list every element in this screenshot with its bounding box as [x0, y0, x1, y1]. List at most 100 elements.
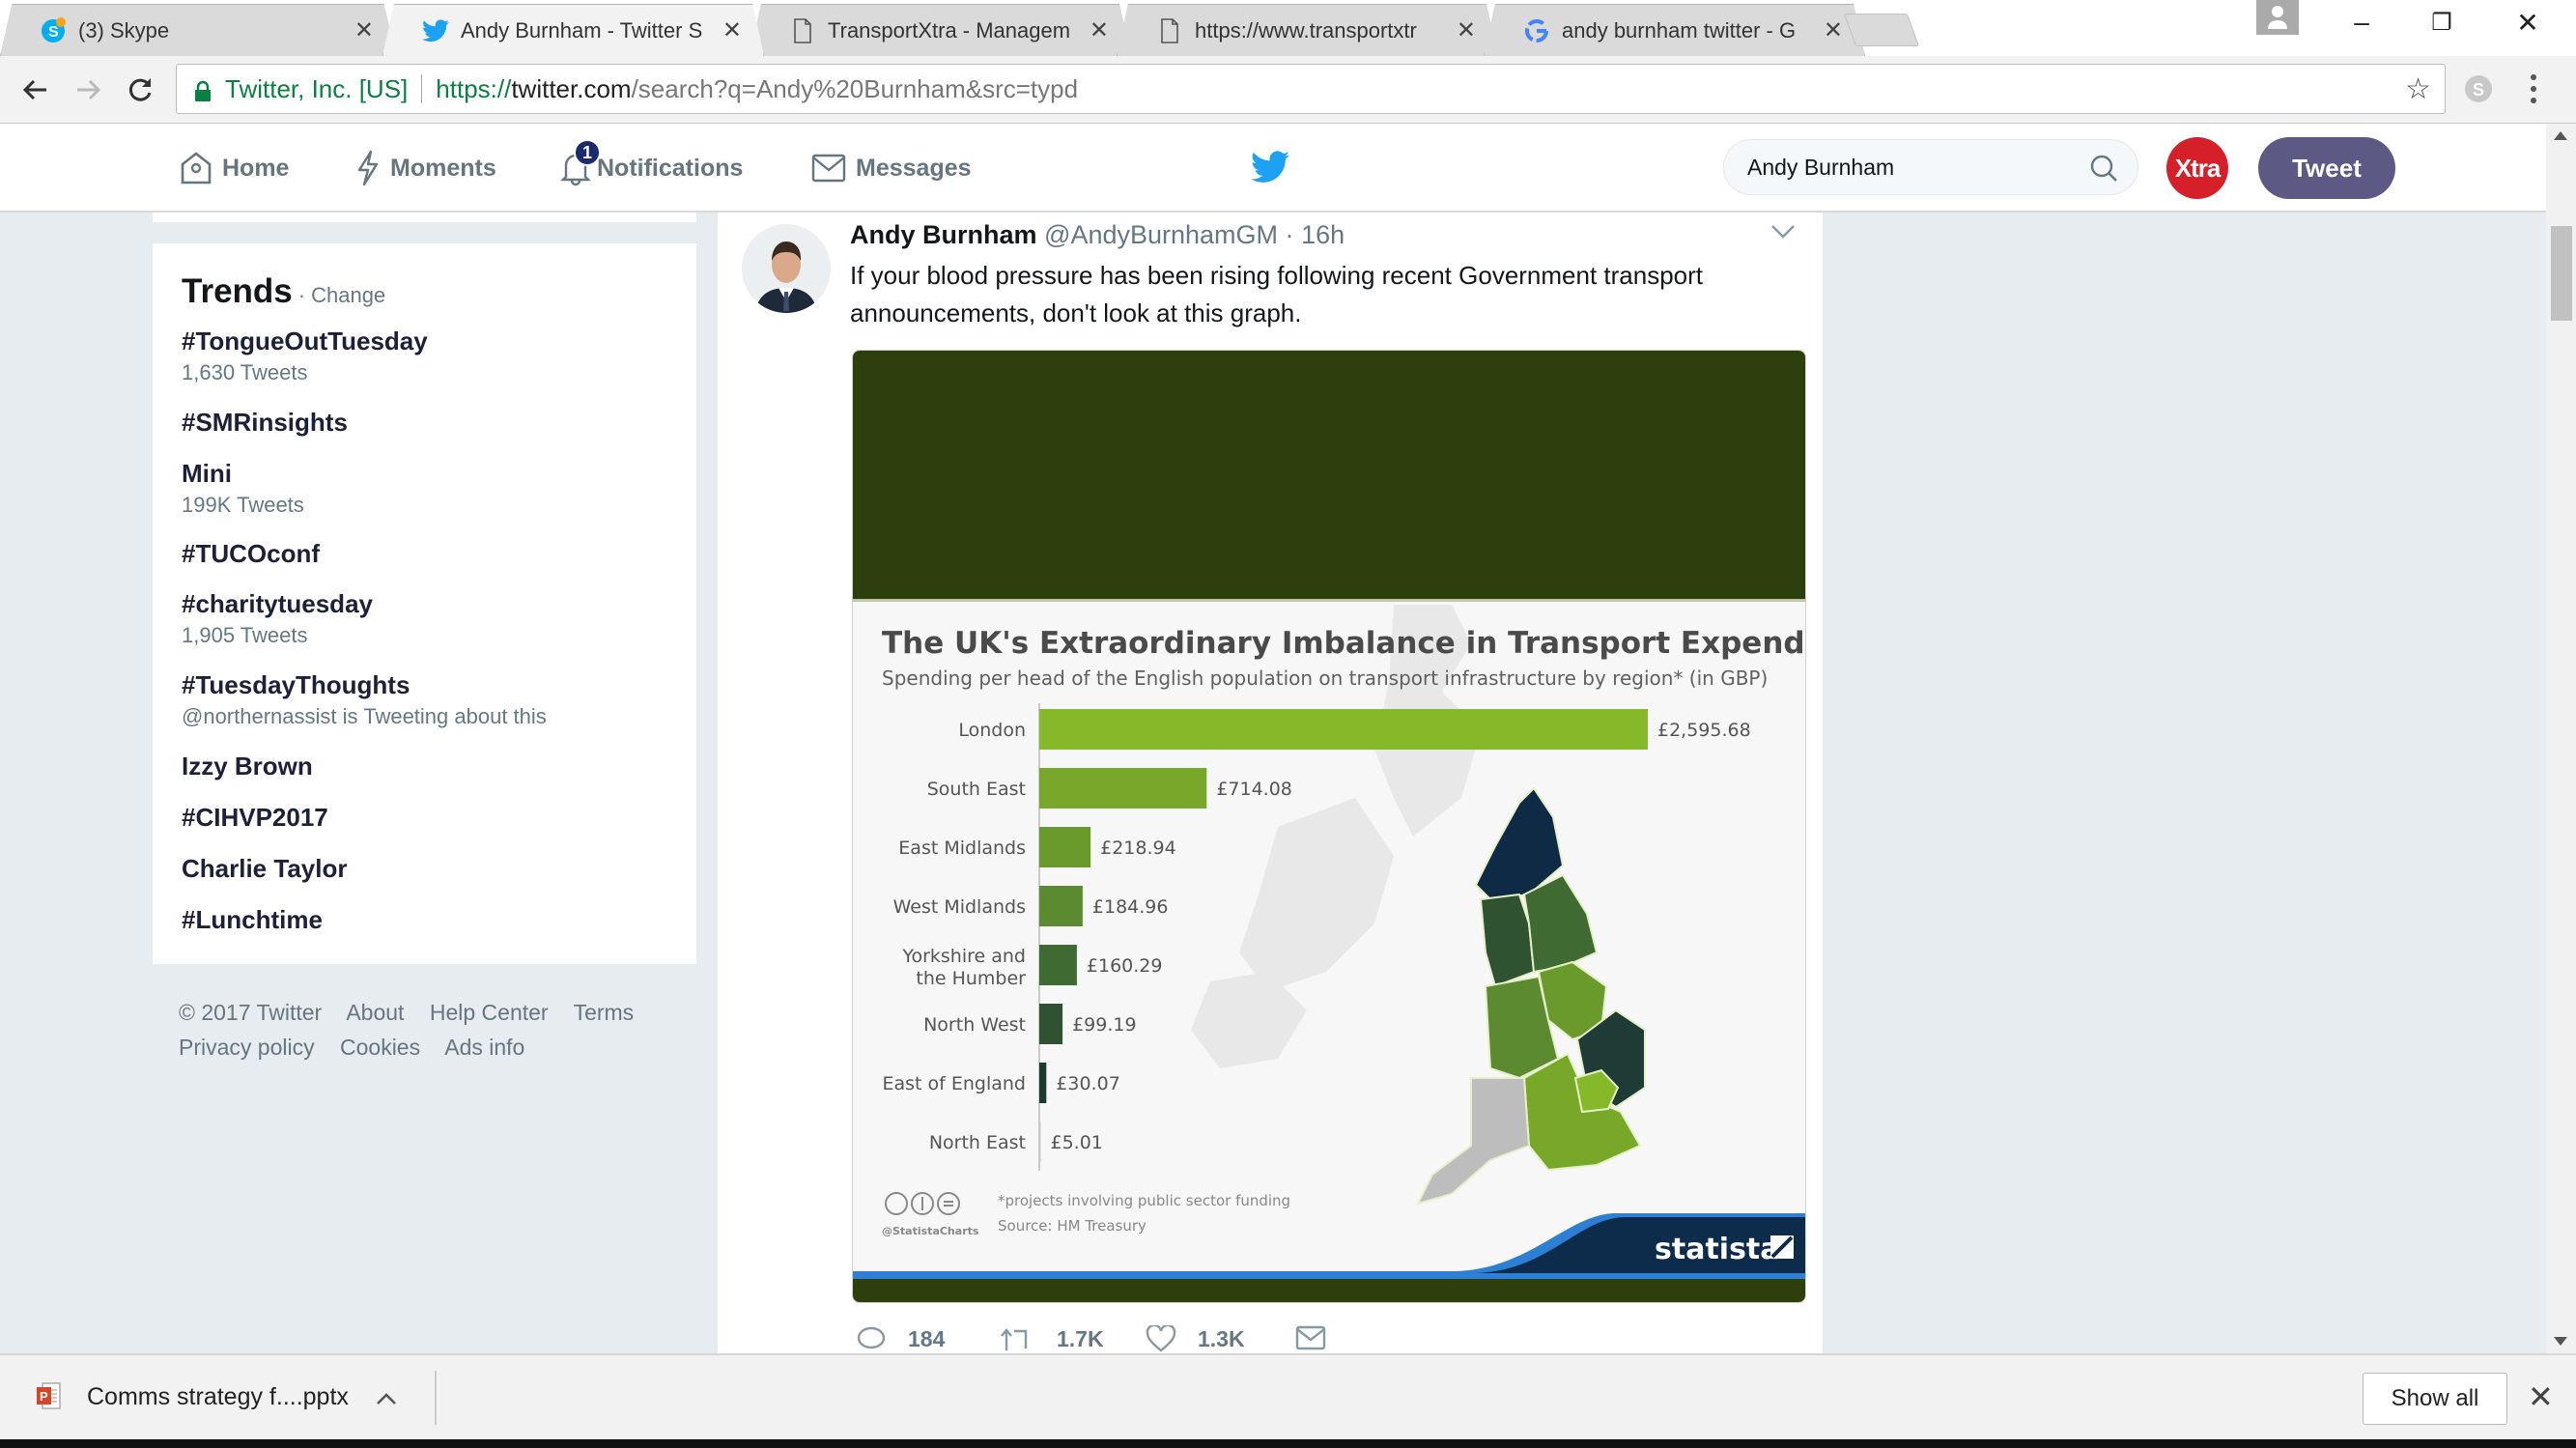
trend-item[interactable]: #charitytuesday 1,905 Tweets — [182, 589, 373, 648]
scroll-down-arrow-icon[interactable] — [2554, 1337, 2567, 1346]
profile-icon[interactable] — [2256, 0, 2299, 35]
url-path: /search?q=Andy%20Burnham&src=typd — [631, 73, 1079, 103]
trend-name[interactable]: #TuesdayThoughts — [182, 670, 547, 700]
window-close-button[interactable]: ✕ — [2504, 0, 2552, 44]
retweet-count: 1.7K — [1057, 1325, 1104, 1351]
reply-button[interactable]: 184 — [856, 1325, 945, 1352]
tab-close-icon[interactable]: ✕ — [1090, 16, 1109, 44]
chevron-up-icon[interactable] — [376, 1382, 397, 1412]
trend-name[interactable]: Mini — [182, 459, 304, 489]
tweet-button[interactable]: Tweet — [2258, 137, 2395, 199]
footer-link-about[interactable]: About — [346, 1000, 404, 1025]
tab-transportxtra[interactable]: TransportXtra - Managem ✕ — [750, 4, 1131, 56]
trend-name[interactable]: Izzy Brown — [182, 752, 313, 781]
trends-change-link[interactable]: Change — [311, 283, 385, 308]
footer-link-ads-info[interactable]: Ads info — [444, 1035, 524, 1060]
footer-link-help-center[interactable]: Help Center — [430, 1000, 549, 1025]
value-label: £5.01 — [1051, 1132, 1103, 1153]
tab-close-icon[interactable]: ✕ — [722, 16, 742, 44]
tweet-menu-chevron-down-icon[interactable] — [1770, 224, 1796, 244]
arrow-right-icon — [77, 79, 101, 100]
envelope-icon — [811, 154, 846, 183]
chart-footnote: *projects involving public sector fundin… — [998, 1192, 1290, 1209]
restore-button[interactable]: ❐ — [2418, 0, 2466, 44]
tab-skype[interactable]: S (3) Skype ✕ — [0, 4, 396, 56]
twitter-logo-icon[interactable] — [1251, 151, 1289, 188]
trend-name[interactable]: #TongueOutTuesday — [182, 327, 428, 356]
trend-name[interactable]: Charlie Taylor — [182, 854, 347, 884]
retweet-button[interactable]: 1.7K — [1001, 1325, 1104, 1352]
trend-name[interactable]: #Lunchtime — [182, 905, 323, 935]
trend-item[interactable]: #SMRinsights — [182, 408, 348, 438]
twitter-top-nav: Home Moments Notifications 1 Messages — [0, 124, 2546, 213]
trend-name[interactable]: #charitytuesday — [182, 589, 373, 619]
scroll-up-arrow-icon[interactable] — [2554, 131, 2567, 140]
trend-item[interactable]: Mini 199K Tweets — [182, 459, 304, 518]
xtra-extension-avatar[interactable]: Xtra — [2166, 137, 2228, 199]
trend-item[interactable]: #TUCOconf — [182, 539, 320, 569]
tab-transportxtra-url[interactable]: https://www.transportxtr ✕ — [1117, 4, 1498, 56]
nav-notifications[interactable]: Notifications — [560, 124, 743, 213]
svg-text:P: P — [40, 1389, 48, 1404]
tab-close-icon[interactable]: ✕ — [354, 16, 374, 44]
trend-name[interactable]: #CIHVP2017 — [182, 803, 328, 833]
tweet-author-name[interactable]: Andy Burnham — [850, 220, 1037, 249]
back-button[interactable] — [14, 68, 58, 112]
statista-logo-icon — [1770, 1235, 1794, 1259]
minimize-button[interactable]: – — [2337, 0, 2386, 44]
trend-meta: 1,630 Tweets — [182, 360, 308, 384]
download-file-name[interactable]: Comms strategy f....pptx — [87, 1383, 349, 1411]
nav-home[interactable]: Home — [180, 124, 289, 213]
retweet-icon — [1001, 1328, 1028, 1350]
trend-item[interactable]: #TongueOutTuesday 1,630 Tweets — [182, 327, 428, 385]
tab-close-icon[interactable]: ✕ — [1824, 16, 1843, 44]
tweet-author-handle[interactable]: @AndyBurnhamGM — [1044, 220, 1278, 249]
tab-twitter[interactable]: Andy Burnham - Twitter S ✕ — [382, 4, 764, 56]
direct-message-button[interactable] — [1295, 1325, 1347, 1350]
new-tab-button[interactable] — [1843, 14, 1920, 46]
search-icon[interactable] — [2089, 154, 2118, 188]
close-download-bar-icon[interactable]: ✕ — [2528, 1378, 2554, 1415]
reload-button[interactable] — [118, 68, 162, 112]
trend-item[interactable]: #Lunchtime — [182, 905, 323, 935]
search-input[interactable] — [1747, 154, 2056, 181]
forward-button[interactable] — [66, 68, 110, 112]
tab-title: TransportXtra - Managem — [828, 17, 1071, 43]
tab-close-icon[interactable]: ✕ — [1457, 16, 1476, 44]
tweet-image[interactable]: London £2,595.68 South East £714.08 East Mid… — [852, 350, 1806, 1303]
footer-link-cookies[interactable]: Cookies — [340, 1035, 420, 1060]
nav-messages-label: Messages — [856, 154, 972, 182]
show-all-downloads-button[interactable]: Show all — [2363, 1373, 2507, 1425]
trend-item[interactable]: Izzy Brown — [182, 752, 313, 781]
trend-meta: @northernassist is Tweeting about this — [182, 704, 547, 728]
menu-kebab-icon[interactable] — [2529, 71, 2538, 111]
trend-item[interactable]: Charlie Taylor — [182, 854, 347, 884]
trend-item[interactable]: #CIHVP2017 — [182, 803, 328, 833]
skype-extension-icon[interactable]: S — [2461, 71, 2496, 111]
twitter-footer: © 2017 Twitter About Help Center Terms P… — [179, 995, 681, 1065]
tweet-timestamp[interactable]: 16h — [1301, 220, 1345, 249]
tab-google-search[interactable]: andy burnham twitter - G ✕ — [1484, 4, 1865, 56]
scrollbar-thumb[interactable] — [2551, 226, 2572, 321]
like-button[interactable]: 1.3K — [1146, 1325, 1245, 1352]
nav-messages[interactable]: Messages — [811, 124, 972, 213]
site-identity[interactable]: Twitter, Inc. [US] — [225, 74, 408, 104]
trend-name[interactable]: #SMRinsights — [182, 408, 348, 438]
home-icon — [181, 152, 212, 185]
nav-moments[interactable]: Moments — [355, 124, 496, 213]
avatar[interactable] — [742, 224, 831, 313]
category-label: North East — [929, 1132, 1026, 1153]
footer-link-terms[interactable]: Terms — [574, 1000, 635, 1025]
tweet-header: Andy Burnham @AndyBurnhamGM · 16h — [850, 220, 1345, 250]
value-label: £160.29 — [1087, 955, 1163, 977]
download-item[interactable]: P Comms strategy f....pptx — [35, 1355, 397, 1438]
bar-west-midlands — [1039, 886, 1083, 926]
address-bar[interactable]: Twitter, Inc. [US] https://twitter.com/s… — [176, 64, 2446, 114]
trend-item[interactable]: #TuesdayThoughts @northernassist is Twee… — [182, 670, 547, 729]
page-scrollbar[interactable] — [2546, 124, 2576, 1353]
envelope-icon — [1295, 1325, 1326, 1350]
bookmark-star-icon[interactable]: ☆ — [2405, 72, 2431, 106]
footer-link-privacy[interactable]: Privacy policy — [179, 1035, 315, 1060]
trend-name[interactable]: #TUCOconf — [182, 539, 320, 569]
category-label: London — [958, 720, 1026, 741]
